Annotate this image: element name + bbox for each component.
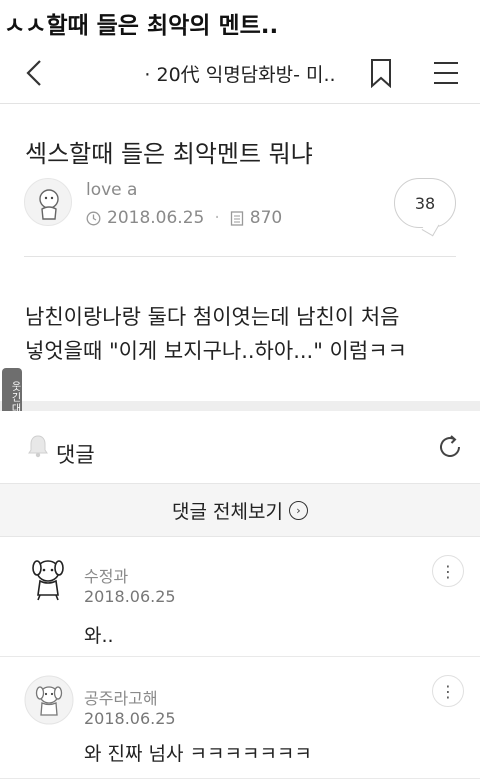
comment-author[interactable]: 수정과: [84, 563, 128, 587]
author-name[interactable]: love a: [86, 180, 137, 200]
character-avatar-icon: [39, 189, 59, 220]
comment-text: 와 진짜 넘사 ㅋㅋㅋㅋㅋㅋㅋ: [84, 743, 312, 765]
comment-date: 2018.06.25: [84, 709, 176, 728]
chevron-right-circle-icon: ›: [288, 500, 308, 520]
comments-label: 댓글: [56, 443, 95, 467]
views-icon: [230, 210, 243, 226]
character-avatar-icon[interactable]: [24, 675, 74, 725]
post-views: 870: [249, 208, 283, 228]
screenshot-caption: ㅅㅅ할때 들은 최악의 멘트..: [0, 0, 480, 44]
post-meta: 2018.06.25 · 870: [86, 208, 282, 228]
view-all-comments-button[interactable]: 댓글 전체보기 ›: [0, 483, 480, 537]
clock-icon: [86, 211, 101, 225]
more-options-icon[interactable]: ⋮: [432, 555, 464, 587]
post-body: 남친이랑나랑 둘다 첨이엿는데 남친이 처음 넣엇을때 "이게 보지구나..하아…: [25, 300, 465, 368]
comment-date: 2018.06.25: [84, 587, 176, 606]
comment-count: 38: [414, 193, 436, 213]
board-title[interactable]: · 20代 익명담화방- 미..: [0, 60, 480, 87]
comment-author[interactable]: 공주라고해: [84, 685, 158, 709]
dog-avatar-icon[interactable]: [24, 553, 74, 603]
top-nav-bar: · 20代 익명담화방- 미..: [0, 44, 480, 104]
comment-item: 수정과 2018.06.25 와.. ⋮: [0, 537, 480, 657]
post-date: 2018.06.25: [107, 208, 205, 228]
author-avatar[interactable]: [24, 178, 72, 226]
divider: [24, 256, 456, 257]
refresh-icon[interactable]: [436, 433, 464, 461]
section-separator: [0, 401, 480, 411]
meta-separator: ·: [214, 208, 220, 228]
bell-icon[interactable]: [26, 433, 50, 459]
post-author-row: love a 2018.06.25 · 870 38: [24, 178, 456, 238]
comment-item: 공주라고해 2018.06.25 와 진짜 넘사 ㅋㅋㅋㅋㅋㅋㅋ ⋮: [0, 657, 480, 779]
comment-text: 와..: [84, 625, 114, 647]
comments-header: 댓글: [0, 411, 480, 483]
bookmark-icon[interactable]: [368, 58, 394, 88]
view-all-label: 댓글 전체보기: [172, 500, 283, 523]
more-options-icon[interactable]: ⋮: [432, 675, 464, 707]
comment-count-button[interactable]: 38: [394, 178, 456, 228]
hamburger-menu-icon[interactable]: [432, 60, 460, 86]
post-body-line: 넣엇을때 "이게 보지구나..하아..." 이럼ㅋㅋ: [25, 339, 407, 363]
post-body-line: 남친이랑나랑 둘다 첨이엿는데 남친이 처음: [25, 305, 400, 329]
post-title: 섹스할때 들은 최악멘트 뭐냐: [25, 140, 313, 168]
